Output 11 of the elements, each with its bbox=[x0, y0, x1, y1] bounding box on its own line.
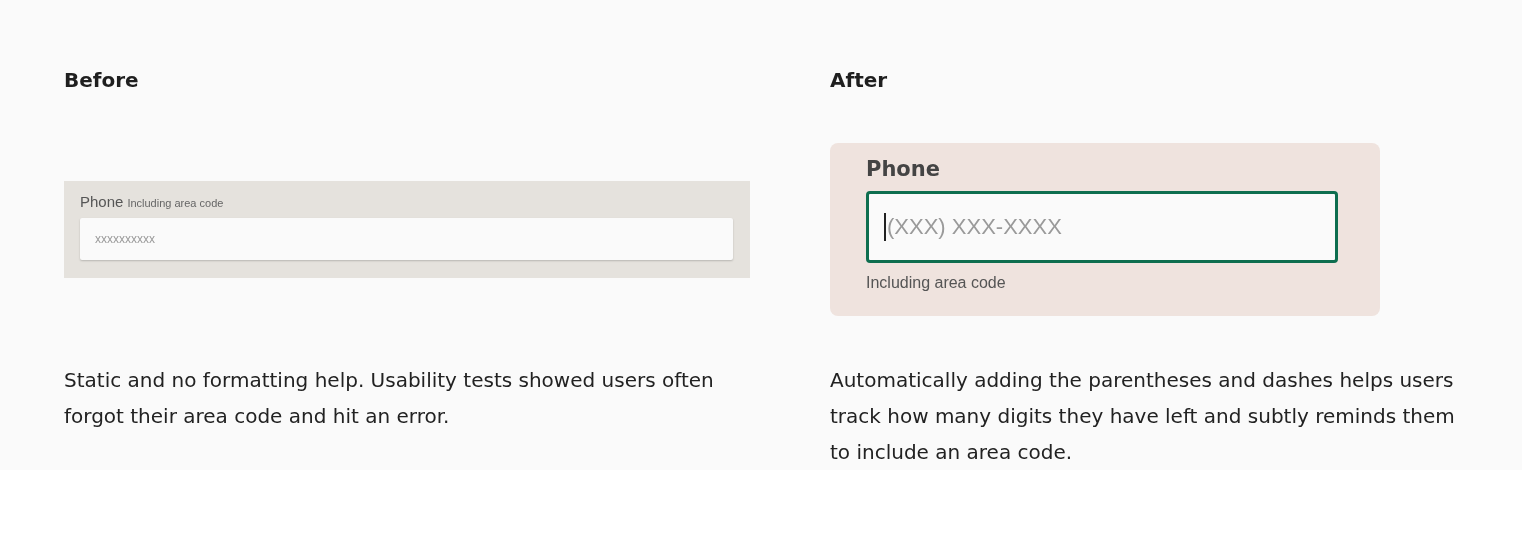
text-cursor-icon bbox=[884, 212, 886, 241]
description-text: Automatically adding the parentheses and dashes helps users track how many digits they have left and subtly reminds them to include an area code. bbox=[830, 367, 1456, 466]
field-label: Phone bbox=[80, 192, 124, 210]
section-heading: Before bbox=[64, 67, 140, 94]
field-hint: Including area code bbox=[866, 273, 1006, 292]
field-hint: Including area code bbox=[127, 196, 224, 209]
phone-input-field[interactable]: (XXX) XXX-XXXX bbox=[866, 190, 1338, 263]
section-heading: After bbox=[830, 67, 889, 94]
phone-input-field[interactable]: xxxxxxxxxx bbox=[80, 217, 733, 260]
field-label: Phone bbox=[866, 156, 940, 181]
description-text: Static and no formatting help. Usability tests showed users often forgot their area code and hit an error. bbox=[64, 367, 715, 430]
